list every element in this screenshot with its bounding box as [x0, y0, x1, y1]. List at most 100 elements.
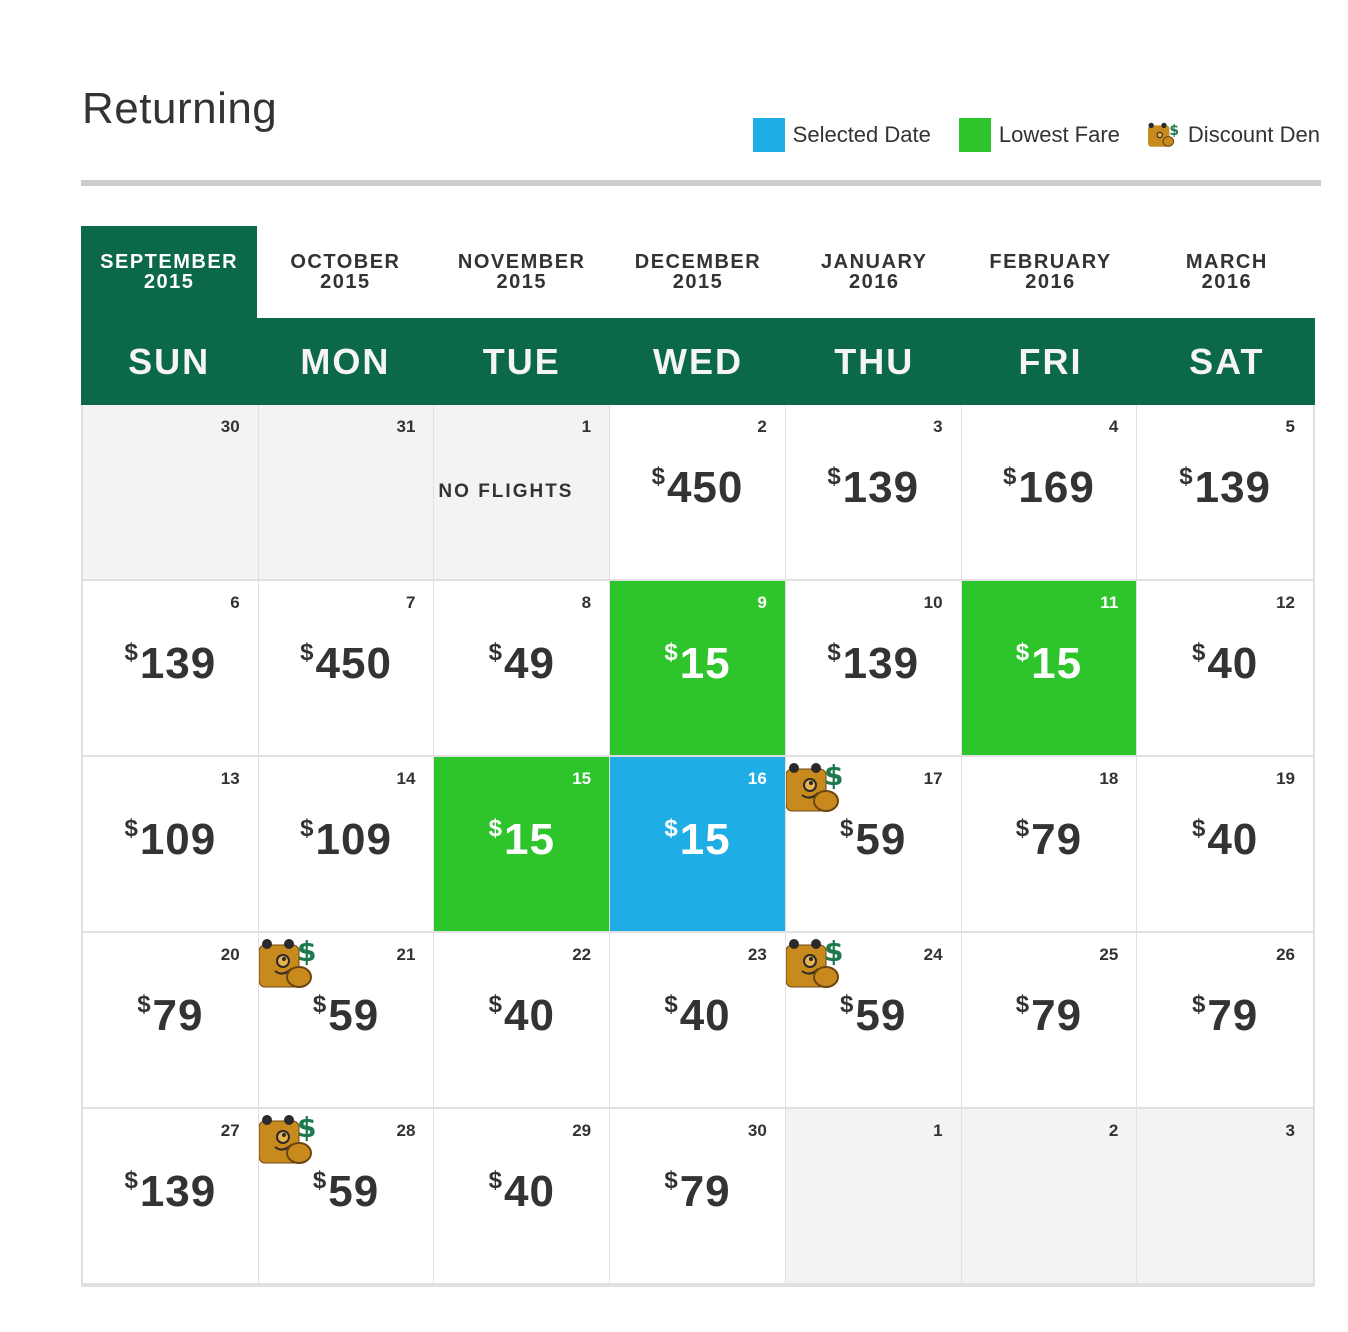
fare-amount: 109: [139, 815, 217, 864]
weekday-sat: SAT: [1189, 340, 1265, 382]
day-number: 21: [396, 945, 416, 964]
day-cell[interactable]: $21 $59: [258, 933, 435, 1109]
currency-symbol: $: [1191, 639, 1207, 666]
day-cell[interactable]: 27 $139: [83, 1109, 259, 1285]
currency-symbol: $: [124, 1167, 139, 1194]
tab-december-2015[interactable]: December 2015: [610, 226, 786, 318]
day-cell: 30: [83, 405, 259, 581]
legend-label: Selected Date: [792, 122, 931, 147]
month-year: 2016: [849, 271, 900, 293]
day-number: 12: [1276, 593, 1295, 612]
day-number: 8: [581, 593, 592, 612]
day-cell[interactable]: 15 $15: [434, 757, 611, 933]
fare-amount: 15: [1031, 639, 1083, 688]
currency-symbol: $: [651, 463, 666, 490]
day-cell[interactable]: 5 $139: [1137, 405, 1313, 581]
day-cell[interactable]: 8 $49: [434, 581, 611, 757]
currency-symbol: $: [300, 639, 315, 666]
currency-symbol: $: [300, 815, 315, 842]
weekday-tue: TUE: [482, 340, 561, 382]
day-cell[interactable]: 25 $79: [961, 933, 1138, 1109]
fare-price: $15: [610, 639, 785, 689]
svg-text:$: $: [824, 937, 843, 968]
tab-february-2016[interactable]: February 2016: [962, 226, 1138, 318]
tab-november-2015[interactable]: November 2015: [434, 226, 610, 318]
currency-symbol: $: [137, 991, 152, 1018]
currency-symbol: $: [1191, 815, 1207, 842]
day-cell[interactable]: $17 $59: [785, 757, 962, 933]
fare-amount: 15: [679, 815, 731, 864]
day-number: 3: [933, 417, 943, 436]
fare-price: $59: [786, 991, 961, 1041]
fare-price: $79: [1137, 991, 1313, 1041]
discount-den-bear-icon: $: [785, 761, 843, 812]
legend-selected-date: Selected Date: [752, 118, 931, 152]
currency-symbol: $: [312, 991, 328, 1018]
day-cell: 31: [258, 405, 435, 581]
day-number: 31: [396, 417, 416, 436]
day-cell[interactable]: 14 $109: [258, 757, 435, 933]
fare-price: $59: [786, 815, 961, 865]
fare-amount: 40: [1207, 815, 1259, 864]
fare-amount: 49: [503, 639, 555, 688]
fare-price: $15: [962, 639, 1137, 689]
day-cell[interactable]: 30 $79: [610, 1109, 786, 1285]
weekday-header: SUN MON TUE WED THU FRI SAT: [81, 318, 1315, 405]
day-cell[interactable]: 7 $450: [258, 581, 435, 757]
fare-price: $139: [1137, 463, 1313, 513]
month-name: January: [821, 251, 928, 273]
fare-amount: 139: [842, 639, 920, 688]
day-cell[interactable]: 16 $15: [610, 757, 786, 933]
day-cell[interactable]: 29 $40: [434, 1109, 611, 1285]
day-cell[interactable]: 18 $79: [961, 757, 1138, 933]
day-cell[interactable]: 20 $79: [83, 933, 259, 1109]
fare-price: $40: [610, 991, 785, 1041]
weekday-wed: WED: [652, 340, 743, 382]
tab-january-2016[interactable]: January 2016: [786, 226, 962, 318]
day-cell[interactable]: 19 $40: [1137, 757, 1313, 933]
day-cell: 3: [1137, 1109, 1313, 1285]
day-number: 17: [923, 769, 943, 788]
day-cell[interactable]: $24 $59: [785, 933, 962, 1109]
month-year: 2016: [1201, 271, 1253, 293]
no-flights-label: NO FLIGHTS: [438, 481, 574, 502]
day-cell[interactable]: 6 $139: [83, 581, 259, 757]
day-number: 1: [933, 1121, 943, 1140]
day-cell[interactable]: 23 $40: [610, 933, 786, 1109]
tab-october-2015[interactable]: October 2015: [257, 226, 433, 318]
day-cell[interactable]: 26 $79: [1137, 933, 1313, 1109]
fare-price: $139: [83, 639, 258, 689]
discount-den-bear-icon: $: [785, 937, 843, 988]
day-cell: 1 NO FLIGHTS: [434, 405, 611, 581]
day-cell[interactable]: 10 $139: [785, 581, 962, 757]
day-cell[interactable]: 4 $169: [961, 405, 1138, 581]
fare-price: $139: [786, 639, 961, 689]
tab-september-2015[interactable]: September 2015: [81, 226, 258, 318]
fare-price: $79: [610, 1167, 785, 1217]
fare-price: $40: [1137, 815, 1313, 865]
fare-amount: 109: [315, 815, 392, 864]
day-cell[interactable]: 9 $15: [610, 581, 786, 757]
day-number: 2: [757, 417, 767, 436]
tab-march-2016[interactable]: March 2016: [1139, 226, 1315, 318]
fare-price: $450: [259, 639, 434, 689]
day-number: 4: [1108, 417, 1119, 436]
day-cell[interactable]: 13 $109: [83, 757, 259, 933]
fare-amount: 15: [503, 815, 555, 864]
day-cell[interactable]: $28 $59: [258, 1109, 435, 1285]
day-cell[interactable]: 22 $40: [434, 933, 611, 1109]
day-cell[interactable]: 11 $15: [961, 581, 1138, 757]
day-number: 25: [1099, 945, 1119, 964]
day-cell[interactable]: 2 $450: [610, 405, 786, 581]
fare-price: $450: [610, 463, 785, 513]
currency-symbol: $: [488, 815, 503, 842]
day-cell[interactable]: 12 $40: [1137, 581, 1313, 757]
fare-amount: 139: [139, 639, 217, 688]
day-number: 3: [1285, 1121, 1295, 1140]
fare-price: $139: [786, 463, 961, 513]
fare-amount: 79: [1031, 991, 1083, 1040]
day-cell[interactable]: 3 $139: [785, 405, 962, 581]
day-number: 14: [396, 769, 416, 788]
fare-amount: 139: [1194, 463, 1272, 512]
fare-amount: 79: [152, 991, 204, 1040]
